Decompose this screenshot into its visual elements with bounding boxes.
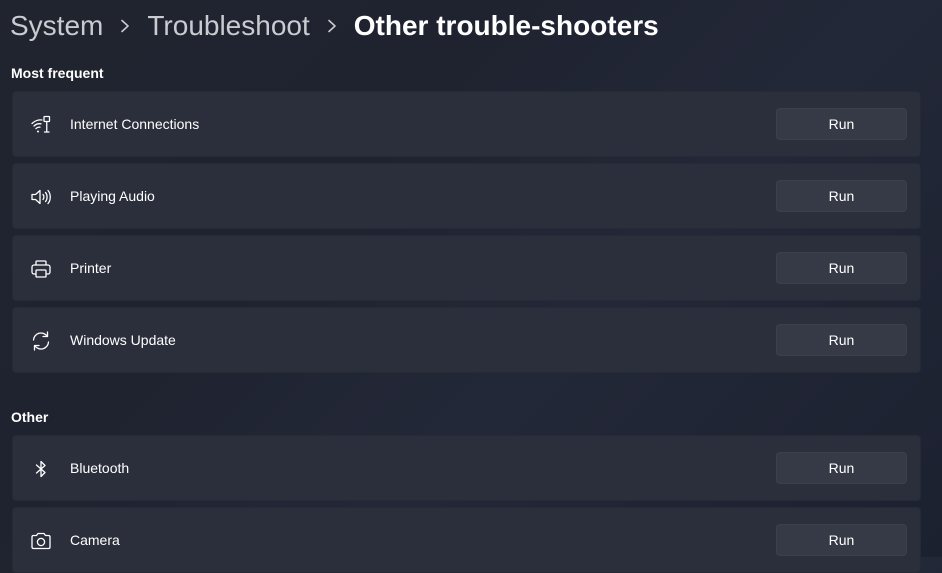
- run-button-internet-connections[interactable]: Run: [776, 108, 907, 140]
- breadcrumb: System Troubleshoot Other trouble-shoote…: [10, 6, 659, 46]
- wifi-ethernet-icon: [29, 113, 53, 137]
- run-button-bluetooth[interactable]: Run: [776, 452, 907, 484]
- troubleshooter-card-bluetooth: Bluetooth Run: [12, 435, 921, 501]
- breadcrumb-system[interactable]: System: [10, 6, 103, 46]
- section-header-most-frequent: Most frequent: [11, 65, 104, 81]
- troubleshooter-card-internet-connections: Internet Connections Run: [12, 91, 921, 157]
- bluetooth-icon: [29, 457, 53, 481]
- chevron-right-icon: [310, 6, 354, 46]
- sync-icon: [29, 329, 53, 353]
- printer-icon: [29, 257, 53, 281]
- troubleshooter-label: Bluetooth: [70, 460, 130, 476]
- troubleshooter-label: Camera: [70, 532, 120, 548]
- run-button-windows-update[interactable]: Run: [776, 324, 907, 356]
- troubleshooter-card-playing-audio: Playing Audio Run: [12, 163, 921, 229]
- run-button-printer[interactable]: Run: [776, 252, 907, 284]
- troubleshooter-label: Printer: [70, 260, 112, 276]
- troubleshooter-card-camera: Camera Run: [12, 507, 921, 573]
- breadcrumb-troubleshoot[interactable]: Troubleshoot: [147, 6, 309, 46]
- run-button-camera[interactable]: Run: [776, 524, 907, 556]
- camera-icon: [29, 529, 53, 553]
- troubleshooter-label: Windows Update: [70, 332, 176, 348]
- speaker-icon: [29, 185, 53, 209]
- troubleshooter-label: Playing Audio: [70, 188, 155, 204]
- troubleshooter-card-windows-update: Windows Update Run: [12, 307, 921, 373]
- section-header-other: Other: [11, 409, 49, 425]
- troubleshooter-card-printer: Printer Run: [12, 235, 921, 301]
- page-title: Other trouble-shooters: [353, 10, 659, 41]
- run-button-playing-audio[interactable]: Run: [776, 180, 907, 212]
- troubleshooter-label: Internet Connections: [70, 116, 200, 132]
- chevron-right-icon: [103, 6, 147, 46]
